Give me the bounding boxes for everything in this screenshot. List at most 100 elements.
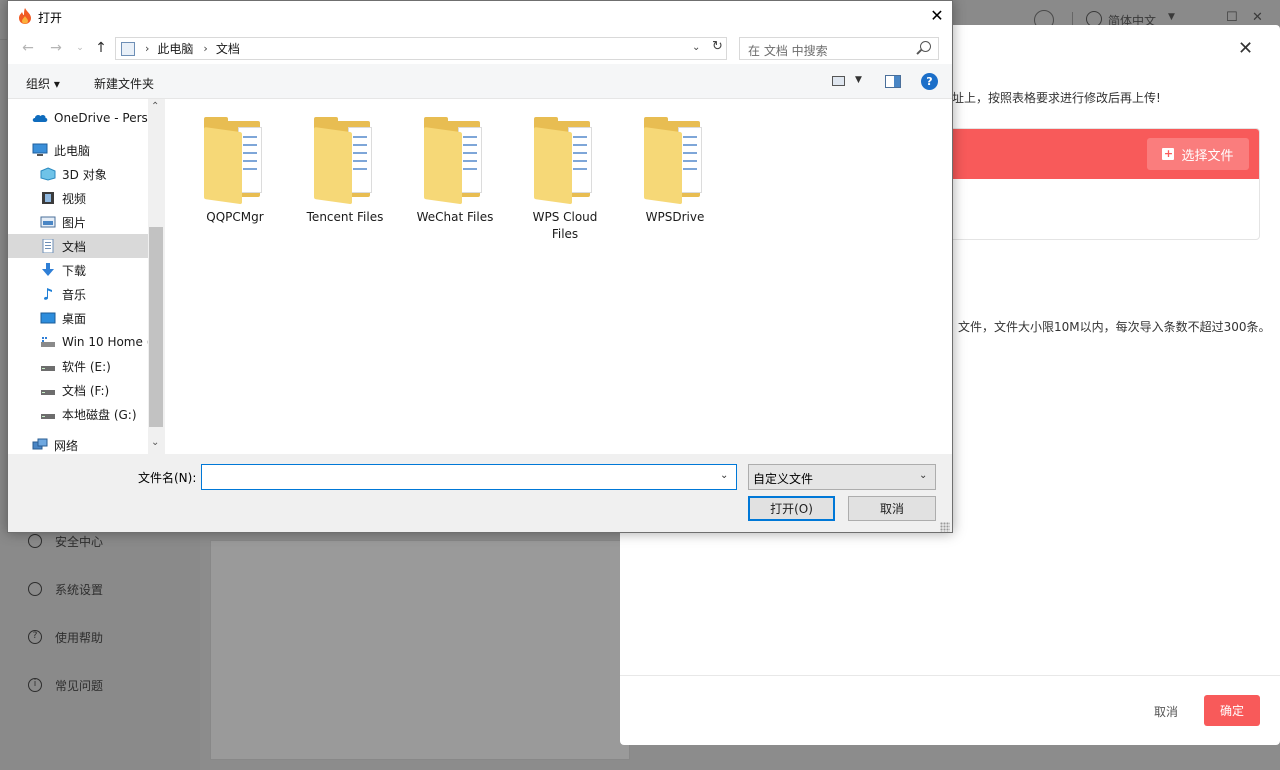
sidebar-item-label: 使用帮助 xyxy=(55,630,104,645)
folder-item-wechat-files[interactable]: WeChat Files xyxy=(405,117,505,226)
scrollbar-thumb[interactable] xyxy=(149,227,163,427)
dialog-title-bar[interactable]: 打开 ✕ xyxy=(8,1,952,32)
file-name: WPSDrive xyxy=(645,210,705,224)
chevron-down-icon: ▼ xyxy=(1168,12,1175,22)
nav-item-label: 视频 xyxy=(62,191,87,206)
drive-icon xyxy=(41,414,55,419)
nav-item-onedrive[interactable]: OneDrive - Personal xyxy=(8,106,148,130)
folder-item-wps-cloud-files[interactable]: WPS Cloud Files xyxy=(515,117,615,243)
nav-item-downloads[interactable]: 下载 xyxy=(8,258,148,282)
sidebar-item-settings[interactable]: 系统设置 xyxy=(28,578,103,600)
forward-arrow-icon[interactable]: → xyxy=(46,38,66,58)
breadcrumb-separator-icon[interactable]: › xyxy=(145,42,149,55)
back-arrow-icon[interactable]: ← xyxy=(18,38,38,58)
recent-chevron-icon[interactable]: ⌄ xyxy=(70,38,90,58)
preview-pane-icon[interactable] xyxy=(885,75,901,88)
folder-item-qqpcmgr[interactable]: QQPCMgr xyxy=(185,117,285,226)
address-dropdown-icon[interactable]: ⌄ xyxy=(692,42,700,53)
import-note: 址上，按照表格要求进行修改后再上传! xyxy=(952,91,1161,105)
address-bar[interactable]: › 此电脑 › 文档 ⌄ ↻ xyxy=(115,37,727,60)
nav-item-videos[interactable]: 视频 xyxy=(8,186,148,210)
scroll-down-icon[interactable]: ⌄ xyxy=(151,437,159,448)
help-icon[interactable]: ? xyxy=(921,73,938,90)
folder-icon xyxy=(644,117,706,205)
breadcrumb-separator-icon[interactable]: › xyxy=(203,42,207,55)
nav-item-label: 文档 xyxy=(62,239,87,254)
computer-icon xyxy=(32,143,48,156)
folder-item-wpsdrive[interactable]: WPSDrive xyxy=(625,117,725,226)
search-input[interactable]: 在 文档 中搜索 xyxy=(739,37,939,60)
file-name: Tencent Files xyxy=(306,210,384,224)
nav-item-music[interactable]: 音乐 xyxy=(8,282,148,306)
nav-item-label: OneDrive - Personal xyxy=(54,111,148,125)
search-icon[interactable] xyxy=(920,41,931,52)
chevron-down-icon[interactable]: ▼ xyxy=(855,75,862,85)
scroll-up-icon[interactable]: ⌃ xyxy=(151,101,159,112)
choose-file-button[interactable]: + 选择文件 xyxy=(1147,138,1249,170)
help-icon: ? xyxy=(28,630,42,644)
filename-field[interactable]: ⌄ xyxy=(201,464,737,490)
resize-grip[interactable] xyxy=(940,522,950,532)
organize-button[interactable]: 组织 ▾ xyxy=(26,75,60,92)
folder-icon xyxy=(314,117,376,205)
file-type-select[interactable]: 自定义文件 ⌄ xyxy=(748,464,936,490)
cancel-button[interactable]: 取消 xyxy=(848,496,936,521)
import-confirm-button[interactable]: 确定 xyxy=(1204,695,1260,726)
dialog-footer: 文件名(N): ⌄ 自定义文件 ⌄ 打开(O) 取消 xyxy=(8,454,952,532)
close-icon[interactable]: ✕ xyxy=(1238,40,1253,58)
folder-icon xyxy=(534,117,596,205)
refresh-icon[interactable]: ↻ xyxy=(712,39,723,54)
breadcrumb-this-pc[interactable]: 此电脑 xyxy=(157,40,193,57)
dialog-title: 打开 xyxy=(38,11,63,25)
sidebar-item-label: 常见问题 xyxy=(55,678,104,693)
nav-item-3d-objects[interactable]: 3D 对象 xyxy=(8,162,148,186)
sidebar-item-help[interactable]: ? 使用帮助 xyxy=(28,626,103,648)
main-content-area xyxy=(210,540,630,760)
view-options-icon[interactable] xyxy=(832,76,845,86)
video-icon xyxy=(42,192,54,204)
file-name: WPS Cloud Files xyxy=(532,210,598,241)
sidebar-item-security[interactable]: 安全中心 xyxy=(28,530,103,552)
open-file-dialog: 打开 ✕ ← → ⌄ ↑ › 此电脑 › 文档 ⌄ ↻ 在 文档 中搜索 组织 … xyxy=(7,0,953,533)
music-icon xyxy=(44,288,52,300)
nav-item-documents[interactable]: 文档 xyxy=(8,234,148,258)
3d-objects-icon xyxy=(40,167,56,181)
nav-item-drive-g[interactable]: 本地磁盘 (G:) xyxy=(8,402,148,426)
filename-history-dropdown-icon[interactable]: ⌄ xyxy=(720,470,728,481)
nav-item-pictures[interactable]: 图片 xyxy=(8,210,148,234)
nav-pane-scrollbar[interactable]: ⌃ ⌄ xyxy=(148,99,165,454)
filename-input[interactable] xyxy=(205,468,715,486)
nav-item-label: Win 10 Home (C:) xyxy=(62,335,148,349)
documents-icon xyxy=(42,239,54,253)
up-arrow-icon[interactable]: ↑ xyxy=(91,38,111,58)
desktop-icon xyxy=(40,312,56,324)
open-button[interactable]: 打开(O) xyxy=(748,496,835,521)
close-window-icon[interactable]: ✕ xyxy=(1252,10,1263,25)
import-cancel-button[interactable]: 取消 xyxy=(1154,703,1178,720)
new-folder-button[interactable]: 新建文件夹 xyxy=(94,75,154,92)
folder-item-tencent-files[interactable]: Tencent Files xyxy=(295,117,395,226)
nav-item-this-pc[interactable]: 此电脑 xyxy=(8,138,148,162)
app-flame-icon xyxy=(19,8,31,24)
filename-label: 文件名(N): xyxy=(138,471,197,485)
maximize-icon[interactable]: ☐ xyxy=(1226,10,1238,25)
nav-item-drive-c[interactable]: Win 10 Home (C:) xyxy=(8,330,148,354)
nav-item-desktop[interactable]: 桌面 xyxy=(8,306,148,330)
search-placeholder: 在 文档 中搜索 xyxy=(748,44,828,58)
shield-icon xyxy=(28,534,42,548)
plus-icon: + xyxy=(1162,147,1175,160)
nav-item-label: 网络 xyxy=(54,438,79,453)
sidebar-item-faq[interactable]: i 常见问题 xyxy=(28,674,103,696)
breadcrumb-documents[interactable]: 文档 xyxy=(216,40,240,57)
dialog-close-icon[interactable]: ✕ xyxy=(922,5,952,29)
pictures-icon xyxy=(40,216,56,228)
nav-item-drive-e[interactable]: 软件 (E:) xyxy=(8,354,148,378)
drive-icon xyxy=(41,366,55,371)
network-icon xyxy=(32,438,48,450)
file-name: WeChat Files xyxy=(416,210,494,224)
file-type-value: 自定义文件 xyxy=(753,472,814,486)
nav-item-label: 文档 (F:) xyxy=(62,383,110,398)
file-list: QQPCMgr Tencent Files WeChat Files WPS C… xyxy=(165,99,952,454)
nav-item-label: 图片 xyxy=(62,215,87,230)
nav-item-drive-f[interactable]: 文档 (F:) xyxy=(8,378,148,402)
